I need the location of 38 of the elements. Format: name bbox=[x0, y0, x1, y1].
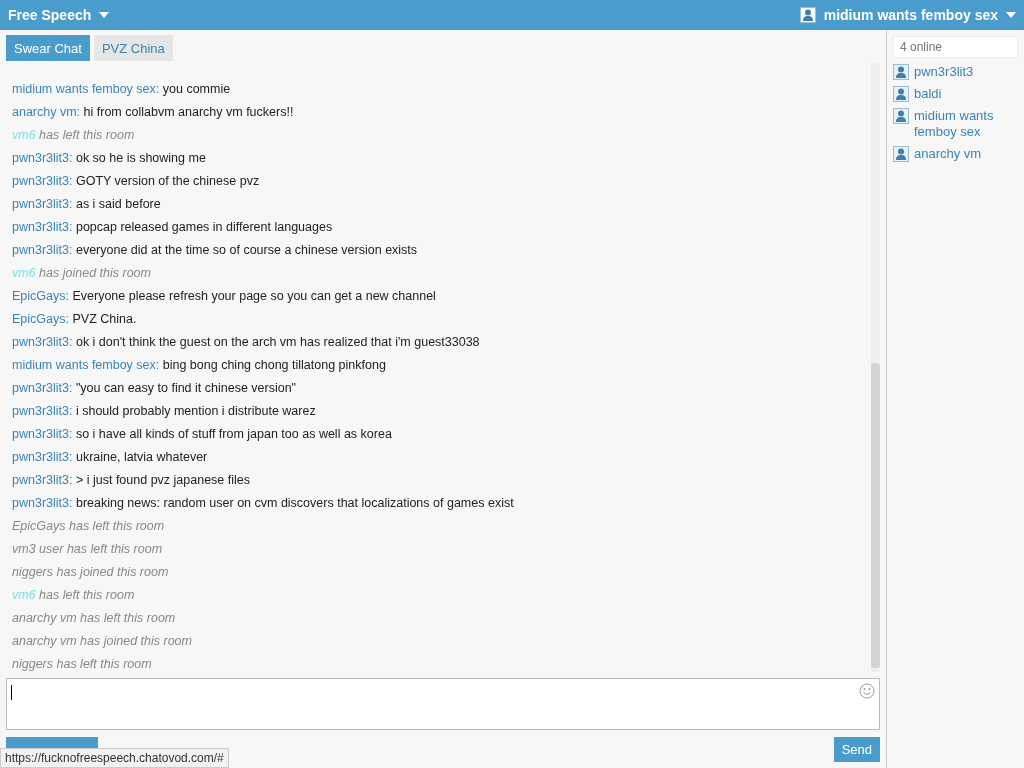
event-text: has joined this room bbox=[39, 266, 151, 280]
message-text: breaking news: random user on cvm discovers that localizations of games exist bbox=[75, 496, 514, 510]
event-author: niggers bbox=[12, 657, 53, 671]
event-author: vm3 user bbox=[12, 542, 64, 556]
message-text: so i have all kinds of stuff from japan too as well as korea bbox=[75, 427, 392, 441]
message-text: Everyone please refresh your page so you can get a new channel bbox=[72, 289, 436, 303]
event-author: vm6 bbox=[12, 588, 36, 602]
message-text: i should probably mention i distribute warez bbox=[75, 404, 316, 418]
event-text: has left this room bbox=[39, 588, 135, 602]
message-text: you commie bbox=[162, 82, 231, 96]
site-title: Free Speech bbox=[8, 7, 92, 23]
event-text: has joined this room bbox=[56, 565, 169, 579]
message-text: popcap released games in different languages bbox=[75, 220, 333, 234]
message-text: bing bong ching chong tillatong pinkfong bbox=[162, 358, 386, 372]
event-text: has joined this room bbox=[80, 634, 192, 648]
message-text: GOTY version of the chinese pvz bbox=[75, 174, 260, 188]
event-author: vm6 bbox=[12, 266, 36, 280]
event-author: anarchy vm bbox=[12, 611, 77, 625]
event-text: has left this room bbox=[80, 611, 176, 625]
message-text: everyone did at the time so of course a chinese version exists bbox=[75, 243, 418, 257]
message-text: ok i don't think the guest on the arch vm has realized that i'm guest33038 bbox=[75, 335, 480, 349]
event-text: has left this room bbox=[66, 542, 163, 556]
event-author: anarchy vm bbox=[12, 634, 77, 648]
event-author: vm6 bbox=[12, 128, 36, 142]
message-text: ok so he is showing me bbox=[75, 151, 206, 165]
event-author: EpicGays bbox=[12, 519, 66, 533]
message-text: > i just found pvz japanese files bbox=[75, 473, 250, 487]
message-text: PVZ China. bbox=[72, 312, 137, 326]
url-tooltip: https://fucknofreespeech.chatovod.com/# bbox=[0, 748, 229, 768]
user-name: midium wants femboy sex bbox=[823, 7, 998, 23]
message-text: ukraine, latvia whatever bbox=[75, 450, 208, 464]
message-text: as i said before bbox=[75, 197, 161, 211]
message-text: "you can easy to find it chinese version" bbox=[75, 381, 297, 395]
event-author: niggers bbox=[12, 565, 53, 579]
event-text: has left this room bbox=[69, 519, 165, 533]
event-text: has left this room bbox=[56, 657, 152, 671]
message-text: hi from collabvm anarchy vm fuckers!! bbox=[83, 105, 294, 119]
event-text: has left this room bbox=[39, 128, 135, 142]
